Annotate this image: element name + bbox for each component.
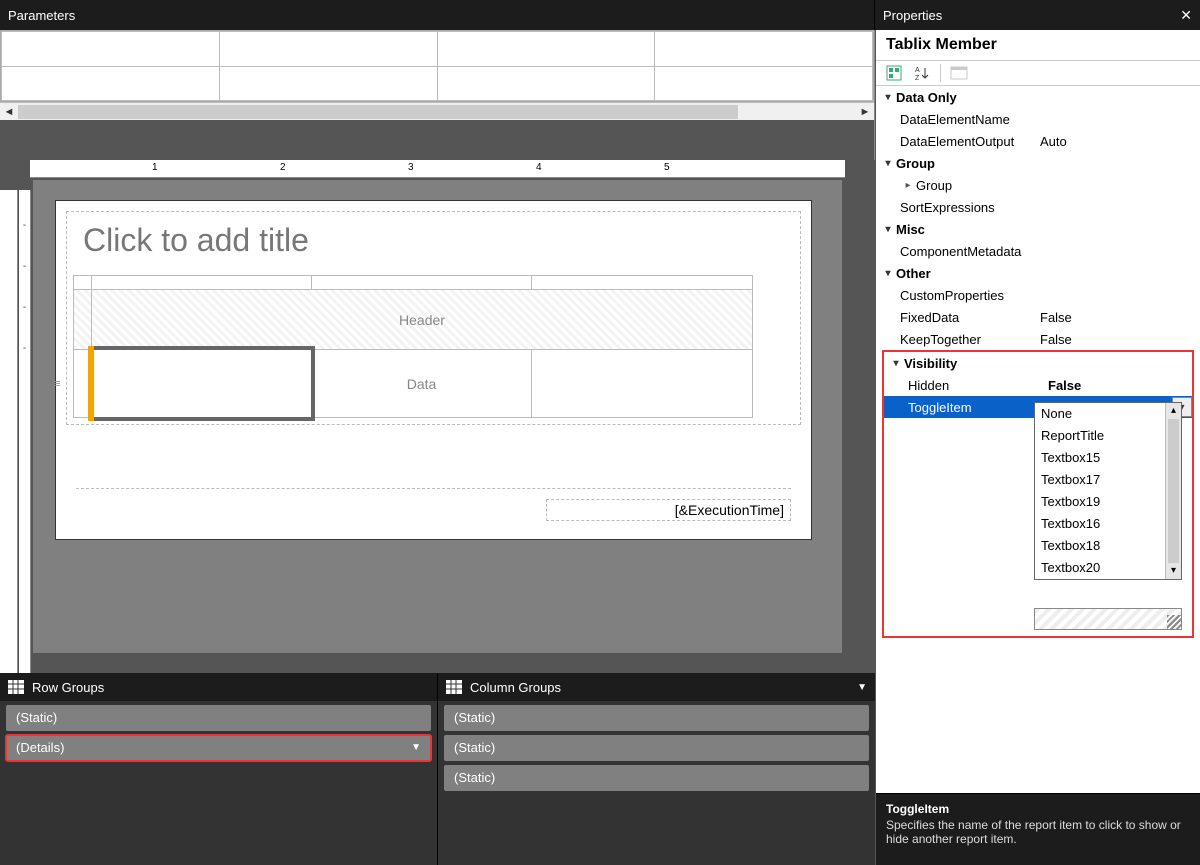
prop-row-componentmetadata[interactable]: ComponentMetadata	[876, 240, 1200, 262]
dropdown-option[interactable]: Textbox16	[1035, 513, 1181, 535]
row-groups-pane: Row Groups (Static) (Details) ▼	[0, 673, 437, 865]
category-other[interactable]: ▾Other	[876, 262, 1200, 284]
ruler-num: 5	[664, 162, 670, 173]
parameters-pane: ◄ ►	[0, 30, 875, 160]
prop-row-dataelementname[interactable]: DataElementName	[876, 108, 1200, 130]
vertical-ruler-inner: -- --	[19, 190, 31, 673]
column-group-item[interactable]: (Static)	[444, 735, 869, 761]
properties-toolbar: AZ	[876, 60, 1200, 86]
title-placeholder[interactable]: Click to add title	[73, 218, 794, 263]
category-group[interactable]: ▾Group	[876, 152, 1200, 174]
row-group-item-details[interactable]: (Details) ▼	[6, 735, 431, 761]
row-group-item[interactable]: (Static)	[6, 705, 431, 731]
categorized-view-button[interactable]	[882, 63, 906, 83]
ruler-num: 4	[536, 162, 542, 173]
dropdown-option[interactable]: Textbox18	[1035, 535, 1181, 557]
category-visibility[interactable]: ▾Visibility	[884, 352, 1192, 374]
properties-header: Properties ✕	[875, 0, 1200, 30]
scroll-thumb[interactable]	[18, 105, 738, 119]
prop-row-group[interactable]: ▸Group	[876, 174, 1200, 196]
groups-pane: Row Groups (Static) (Details) ▼ Column G…	[0, 673, 875, 865]
chevron-down-icon[interactable]: ▼	[411, 735, 421, 761]
scroll-thumb[interactable]	[1168, 419, 1179, 563]
design-surface[interactable]: 1 2 3 4 5 -- -- Click to add title Heade…	[0, 160, 875, 673]
ruler-num: 2	[280, 162, 286, 173]
column-group-item[interactable]: (Static)	[444, 765, 869, 791]
prop-row-customproperties[interactable]: CustomProperties	[876, 284, 1200, 306]
properties-object-name: Tablix Member	[876, 30, 1200, 60]
ruler-num: 1	[152, 162, 158, 173]
property-description-text: Specifies the name of the report item to…	[886, 818, 1181, 846]
report-body[interactable]: Click to add title Header ≡ Data	[66, 211, 801, 425]
tablix-data-cell[interactable]	[532, 350, 753, 418]
prop-row-sortexpressions[interactable]: SortExpressions	[876, 196, 1200, 218]
toggleitem-value-editor[interactable]	[1034, 608, 1182, 630]
properties-panel: Tablix Member AZ ▾Data Only DataElementN…	[875, 30, 1200, 865]
svg-text:A: A	[915, 67, 920, 74]
scroll-left-icon[interactable]: ◄	[0, 103, 18, 121]
category-data-only[interactable]: ▾Data Only	[876, 86, 1200, 108]
resize-grip-icon[interactable]	[1167, 615, 1181, 629]
parameters-title: Parameters	[8, 8, 75, 23]
property-description: ToggleItem Specifies the name of the rep…	[876, 793, 1200, 865]
dropdown-option[interactable]: Textbox19	[1035, 491, 1181, 513]
column-groups-title: Column Groups	[470, 680, 561, 695]
chevron-down-icon[interactable]: ▼	[857, 682, 867, 693]
visibility-section: ▾Visibility HiddenFalse ToggleItem ▾ Non…	[882, 350, 1194, 638]
scroll-up-icon[interactable]: ▴	[1166, 403, 1181, 419]
column-group-label: (Static)	[454, 765, 495, 791]
dropdown-option[interactable]: Textbox20	[1035, 557, 1181, 579]
property-description-name: ToggleItem	[886, 802, 1190, 816]
footer-separator	[76, 488, 791, 489]
row-group-label: (Details)	[16, 735, 64, 761]
row-groups-title: Row Groups	[32, 680, 104, 695]
property-pages-button	[947, 63, 971, 83]
column-group-label: (Static)	[454, 705, 495, 731]
table-icon	[446, 680, 462, 694]
prop-row-dataelementoutput[interactable]: DataElementOutputAuto	[876, 130, 1200, 152]
column-group-item[interactable]: (Static)	[444, 705, 869, 731]
scroll-down-icon[interactable]: ▾	[1166, 563, 1181, 579]
dropdown-option[interactable]: None	[1035, 403, 1181, 425]
alphabetical-view-button[interactable]: AZ	[910, 63, 934, 83]
svg-text:Z: Z	[915, 75, 920, 81]
column-group-label: (Static)	[454, 735, 495, 761]
column-groups-pane: Column Groups ▼ (Static) (Static) (Stati…	[437, 673, 875, 865]
dropdown-option[interactable]: Textbox15	[1035, 447, 1181, 469]
tablix-header-cell[interactable]: Header	[92, 290, 753, 350]
ruler-num: 3	[408, 162, 414, 173]
parameters-scrollbar[interactable]: ◄ ►	[0, 102, 874, 120]
canvas[interactable]: Click to add title Header ≡ Data	[33, 180, 842, 653]
horizontal-ruler: 1 2 3 4 5	[30, 160, 845, 178]
prop-row-fixeddata[interactable]: FixedDataFalse	[876, 306, 1200, 328]
properties-title: Properties	[883, 8, 942, 23]
row-handle-icon[interactable]: ≡	[54, 378, 60, 390]
tablix-data-cell[interactable]: Data	[312, 350, 532, 418]
report-page[interactable]: Click to add title Header ≡ Data	[55, 200, 812, 540]
prop-row-hidden[interactable]: HiddenFalse	[884, 374, 1192, 396]
parameters-header: Parameters	[0, 0, 875, 30]
table-icon	[8, 680, 24, 694]
toggleitem-dropdown[interactable]: None ReportTitle Textbox15 Textbox17 Tex…	[1034, 402, 1182, 580]
execution-time-field[interactable]: [&ExecutionTime]	[546, 499, 791, 521]
vertical-ruler-outer	[0, 190, 18, 673]
dropdown-option[interactable]: Textbox17	[1035, 469, 1181, 491]
tablix[interactable]: Header ≡ Data	[73, 275, 753, 418]
prop-row-keeptogether[interactable]: KeepTogetherFalse	[876, 328, 1200, 350]
tablix-selected-cell[interactable]	[92, 350, 312, 418]
dropdown-scrollbar[interactable]: ▴ ▾	[1165, 403, 1181, 579]
scroll-right-icon[interactable]: ►	[856, 103, 874, 121]
property-grid[interactable]: ▾Data Only DataElementName DataElementOu…	[876, 86, 1200, 793]
row-group-label: (Static)	[16, 705, 57, 731]
parameters-grid[interactable]	[0, 30, 874, 102]
dropdown-option[interactable]: ReportTitle	[1035, 425, 1181, 447]
close-icon[interactable]: ✕	[1180, 7, 1192, 24]
category-misc[interactable]: ▾Misc	[876, 218, 1200, 240]
